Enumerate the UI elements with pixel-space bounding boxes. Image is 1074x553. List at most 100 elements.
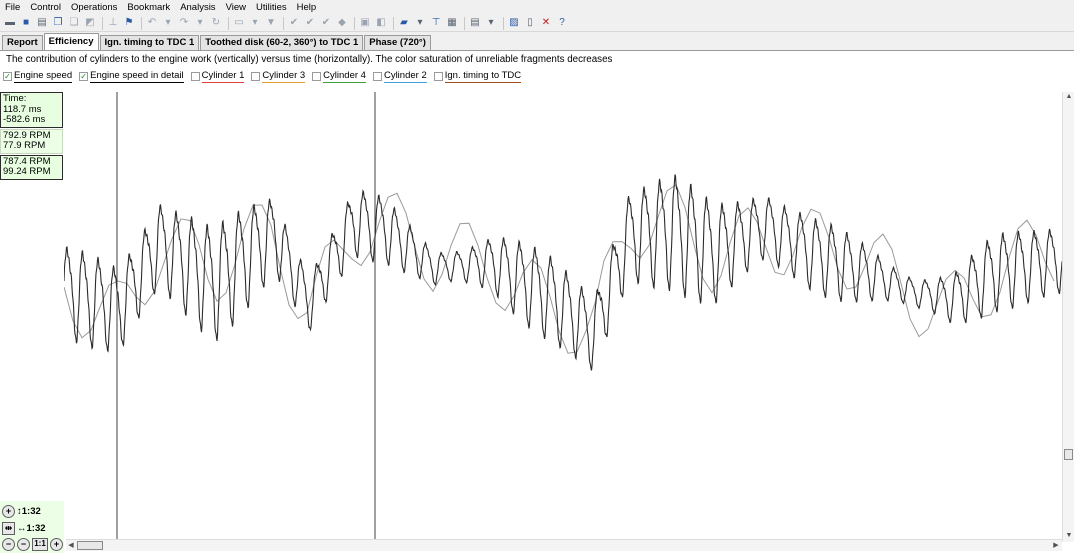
undo-icon[interactable]: ↶ [145, 17, 159, 30]
scroll-right-icon[interactable]: ▶ [1051, 541, 1061, 551]
menu-control[interactable]: Control [25, 0, 66, 15]
horizontal-scrollbar[interactable]: ◀ ▶ [66, 539, 1062, 551]
menu-bookmark[interactable]: Bookmark [122, 0, 175, 15]
toolbar-separator [393, 16, 394, 30]
scroll-up-icon[interactable]: ▲ [1064, 92, 1074, 102]
redo-icon[interactable]: ↷ [177, 17, 191, 30]
menu-file[interactable]: File [0, 0, 25, 15]
checkbox-cylinder-1[interactable] [190, 72, 200, 81]
legend: ✓ Engine speed ✓ Engine speed in detail … [3, 70, 528, 83]
flag-icon[interactable]: ⚑ [122, 17, 136, 30]
menu-bar: File Control Operations Bookmark Analysi… [0, 0, 1074, 15]
checkbox-ign-timing[interactable] [433, 72, 443, 81]
check-clear-icon[interactable]: ◆ [335, 17, 349, 30]
zoom-in-horizontal-icon[interactable]: + [50, 537, 63, 551]
vertical-scroll-thumb[interactable] [1064, 449, 1073, 460]
legend-cylinder-3[interactable]: Cylinder 3 [251, 70, 306, 83]
refresh-icon[interactable]: ↻ [209, 17, 223, 30]
undo-dropdown-icon[interactable]: ▾ [161, 17, 175, 30]
legend-cylinder-4[interactable]: Cylinder 4 [312, 70, 366, 83]
zoom-in-icon[interactable]: + [2, 504, 15, 518]
print-icon[interactable]: ▤ [35, 17, 49, 30]
comment-dropdown-icon[interactable]: ▾ [248, 17, 262, 30]
document-icon[interactable]: ▯ [523, 17, 537, 30]
menu-help[interactable]: Help [292, 0, 322, 15]
close-icon[interactable]: ✕ [539, 17, 553, 30]
legend-label: Cylinder 1 [201, 70, 245, 83]
toolbar-separator [141, 16, 142, 30]
vertical-scrollbar[interactable]: ▲ ▼ [1062, 92, 1074, 542]
legend-label: Engine speed [14, 70, 73, 83]
zoom-controls-row: − − 1:1 + [2, 537, 65, 551]
open-folder-icon[interactable]: ▬ [3, 17, 17, 30]
menu-utilities[interactable]: Utilities [251, 0, 292, 15]
help-icon[interactable]: ? [555, 17, 569, 30]
save-icon[interactable]: ■ [19, 17, 33, 30]
checkbox-engine-speed-detail[interactable]: ✓ [79, 72, 89, 81]
menu-operations[interactable]: Operations [66, 0, 122, 15]
comment-icon[interactable]: ▭ [232, 17, 246, 30]
open-dropdown-icon[interactable]: ▾ [413, 17, 427, 30]
settings-panel-icon[interactable]: ▤ [468, 17, 482, 30]
legend-label: Cylinder 4 [323, 70, 366, 83]
checkbox-cylinder-4[interactable] [312, 72, 322, 81]
copy-icon[interactable]: ❐ [51, 17, 65, 30]
scroll-down-icon[interactable]: ▼ [1064, 531, 1074, 541]
redo-dropdown-icon[interactable]: ▾ [193, 17, 207, 30]
tab-phase[interactable]: Phase (720°) [364, 35, 431, 50]
toolbar-separator [283, 16, 284, 30]
menu-view[interactable]: View [221, 0, 251, 15]
paste-icon[interactable]: ❏ [67, 17, 81, 30]
legend-label: Cylinder 2 [383, 70, 427, 83]
record-icon[interactable]: ▦ [445, 17, 459, 30]
horizontal-scale-value: ↔1:32 [17, 522, 46, 534]
tab-ign-timing[interactable]: Ign. timing to TDC 1 [99, 35, 200, 50]
tab-efficiency[interactable]: Efficiency [43, 33, 99, 50]
toolbar: ▬ ■ ▤ ❐ ❏ ◩ ⊥ ⚑ ↶ ▾ ↷ ▾ ↻ ▭ ▾ ▼ ✔ ✔ ✔ ◆ … [0, 15, 1074, 32]
legend-label: Ign. timing to TDC [444, 70, 522, 83]
zoom-out-horizontal-icon[interactable]: − [17, 537, 30, 551]
delete-comment-icon[interactable]: ▼ [264, 17, 278, 30]
engine-speed-readout: 792.9 RPM 77.9 RPM [0, 128, 63, 154]
fit-icon[interactable]: ⇹ [2, 521, 15, 535]
legend-label: Cylinder 3 [262, 70, 306, 83]
engine-speed-plot[interactable]: A B [64, 92, 1062, 539]
time-value-b: -582.6 ms [3, 114, 46, 125]
fragment-icon[interactable]: ▣ [358, 17, 372, 30]
check-selected-icon[interactable]: ✔ [319, 17, 333, 30]
check-icon[interactable]: ✔ [287, 17, 301, 30]
horizontal-scale-row: ⇹ ↔1:32 [2, 521, 46, 535]
menu-analysis[interactable]: Analysis [175, 0, 220, 15]
image-icon[interactable]: ▨ [507, 17, 521, 30]
legend-engine-speed-detail[interactable]: ✓ Engine speed in detail [79, 70, 184, 83]
engine-speed-value-b: 77.9 RPM [3, 140, 46, 151]
tab-toothed-disk[interactable]: Toothed disk (60-2, 360°) to TDC 1 [200, 35, 364, 50]
chart-description: The contribution of cylinders to the eng… [6, 54, 613, 65]
fragment-compare-icon[interactable]: ◧ [374, 17, 388, 30]
checkbox-engine-speed[interactable]: ✓ [3, 72, 12, 81]
export-icon[interactable]: ◩ [83, 17, 97, 30]
engine-speed-detail-readout: 787.4 RPM 99.24 RPM [0, 154, 63, 180]
marker-icon[interactable]: ⊥ [106, 17, 120, 30]
ratio-button[interactable]: 1:1 [32, 537, 48, 551]
engine-speed-detail-value-b: 99.24 RPM [3, 166, 51, 177]
checkbox-cylinder-3[interactable] [251, 72, 261, 81]
legend-label: Engine speed in detail [90, 70, 184, 83]
legend-ign-timing[interactable]: Ign. timing to TDC [433, 70, 522, 83]
legend-cylinder-2[interactable]: Cylinder 2 [372, 70, 427, 83]
check-all-icon[interactable]: ✔ [303, 17, 317, 30]
efficiency-panel: The contribution of cylinders to the eng… [0, 50, 1074, 553]
checkbox-cylinder-2[interactable] [372, 72, 382, 81]
horizontal-scroll-thumb[interactable] [77, 541, 103, 550]
open-file-icon[interactable]: ▰ [397, 17, 411, 30]
cursor-measure-icon[interactable]: ⊤ [429, 17, 443, 30]
toolbar-separator [354, 16, 355, 30]
tab-report[interactable]: Report [2, 35, 43, 50]
time-readout: Time: 118.7 ms -582.6 ms [0, 92, 63, 128]
legend-cylinder-1[interactable]: Cylinder 1 [190, 70, 245, 83]
legend-engine-speed[interactable]: ✓ Engine speed [3, 70, 73, 83]
zoom-out-vertical-icon[interactable]: − [2, 537, 15, 551]
scroll-left-icon[interactable]: ◀ [66, 541, 76, 551]
settings-dropdown-icon[interactable]: ▾ [484, 17, 498, 30]
toolbar-separator [102, 16, 103, 30]
